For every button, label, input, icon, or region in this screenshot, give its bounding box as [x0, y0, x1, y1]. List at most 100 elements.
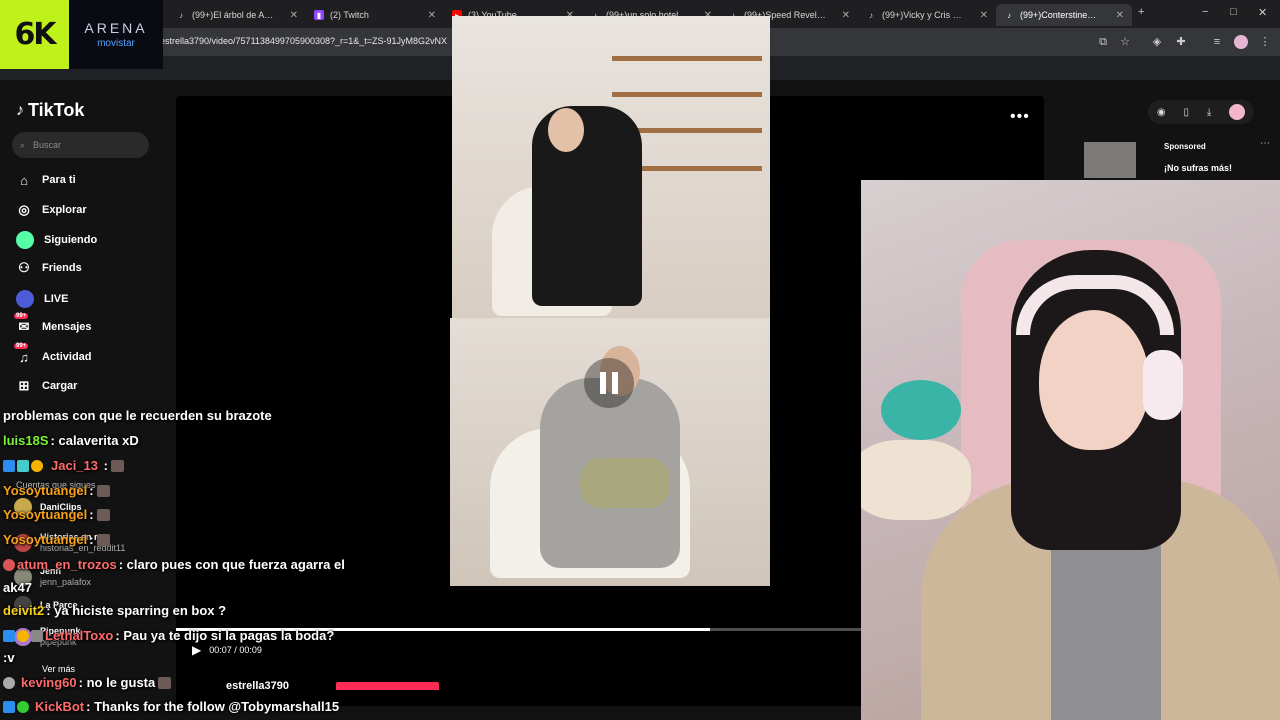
- person-face: [548, 108, 584, 152]
- badge-icon: [31, 630, 43, 642]
- upload-icon: ⊞: [18, 378, 30, 393]
- tiktok-logo[interactable]: ♪ TikTok: [16, 100, 84, 121]
- nav-live[interactable]: LIVE: [16, 290, 68, 308]
- sub-badge-icon: [17, 630, 29, 642]
- chat-message: Jaci_13 :: [3, 458, 124, 473]
- address-bar[interactable]: estrella3790/video/7571138499705900308?_…: [160, 36, 447, 46]
- emote-icon: [110, 460, 124, 472]
- coins-icon[interactable]: ◉: [1157, 107, 1166, 118]
- profile-avatar[interactable]: [1234, 35, 1248, 49]
- new-tab-button[interactable]: +: [1138, 6, 1144, 18]
- tab-title: (2) Twitch: [330, 10, 369, 20]
- chat-text: calaverita xD: [58, 433, 139, 448]
- bow-decoration: [861, 440, 971, 520]
- sub-badge-icon: [31, 460, 43, 472]
- 6k-logo: 6K: [0, 0, 69, 69]
- close-window-button[interactable]: ✕: [1258, 6, 1267, 19]
- emote-icon: [158, 677, 172, 689]
- chat-message: ak47: [3, 580, 32, 595]
- profile-icon[interactable]: [1229, 104, 1246, 120]
- emote-icon: [96, 485, 110, 497]
- shelf: [612, 56, 762, 61]
- search-input[interactable]: ⌕ Buscar: [12, 132, 149, 158]
- chat-username: Yosoytuangel: [3, 507, 88, 522]
- nav-label: Siguiendo: [44, 234, 98, 246]
- ad-text[interactable]: ¡No sufras más! AnandaPro te ayuda...: [1164, 162, 1274, 176]
- chat-text: claro pues con que fuerza agarra el: [126, 557, 345, 572]
- browser-tab-active[interactable]: ♪ (99+)Conterstine y V... ✕: [996, 4, 1132, 26]
- microphone-plush: [881, 380, 961, 440]
- chat-text: Thanks for the follow @Tobymarshall15: [94, 699, 340, 714]
- chat-message: Yosoytuangel:: [3, 507, 110, 522]
- nav-following[interactable]: Siguiendo: [16, 231, 97, 249]
- emote-icon: [96, 509, 110, 521]
- close-tab-icon[interactable]: ✕: [842, 10, 850, 21]
- more-options-icon[interactable]: •••: [1010, 108, 1030, 126]
- sponsored-label: Sponsored: [1164, 142, 1206, 151]
- chat-text: ya hiciste sparring en box ?: [54, 603, 227, 618]
- chat-text: Pau ya te dijo si la pagas la boda?: [123, 628, 335, 643]
- chat-text: :v: [3, 650, 15, 665]
- tab-title: (99+)El árbol de Auron y...: [192, 10, 276, 20]
- brand-name: TikTok: [28, 100, 85, 120]
- nav-label: Para ti: [42, 174, 76, 186]
- chat-message: LethalToxo: Pau ya te dijo si la pagas l…: [3, 628, 334, 643]
- nav-friends[interactable]: ⚇ Friends: [16, 260, 82, 276]
- pause-button[interactable]: [584, 358, 634, 408]
- tiktok-icon: ♪: [179, 10, 183, 20]
- tiktok-note-icon: ♪: [16, 101, 24, 119]
- emote-icon: [96, 534, 110, 546]
- chat-message: Yosoytuangel:: [3, 532, 110, 547]
- install-app-icon[interactable]: ⧉: [1096, 35, 1110, 49]
- twitch-icon: ▮: [314, 10, 324, 20]
- badge-icon: [3, 630, 15, 642]
- ad-thumbnail[interactable]: [1084, 142, 1136, 178]
- tab-title: (99+)Conterstine y V...: [1020, 10, 1098, 20]
- minimize-button[interactable]: −: [1202, 6, 1208, 18]
- nav-for-you[interactable]: ⌂ Para ti: [16, 172, 76, 188]
- puzzle-icon[interactable]: ✚: [1174, 35, 1188, 49]
- browser-menu-icon[interactable]: ⋮: [1258, 35, 1272, 49]
- chat-message: deivit2: ya hiciste sparring en box ?: [3, 603, 227, 618]
- chat-message: keving60: no le gusta: [3, 675, 172, 690]
- nav-messages[interactable]: ✉ 99+ Mensajes: [14, 313, 92, 335]
- friends-icon: ⚇: [18, 260, 30, 275]
- stream-chat-overlay: problemas con que le recuerden su brazot…: [0, 404, 380, 720]
- chat-message: KickBot: Thanks for the follow @Tobymars…: [3, 699, 339, 714]
- download-icon[interactable]: ⤓: [1207, 107, 1211, 118]
- close-tab-icon[interactable]: ✕: [980, 10, 988, 21]
- close-tab-icon[interactable]: ✕: [428, 10, 436, 21]
- media-control-icon[interactable]: ≡: [1210, 35, 1224, 49]
- nav-upload[interactable]: ⊞ Cargar: [16, 378, 78, 394]
- bookmark-star-icon[interactable]: ☆: [1118, 35, 1132, 49]
- chat-username: Yosoytuangel: [3, 532, 88, 547]
- chat-message: problemas con que le recuerden su brazot…: [3, 408, 272, 423]
- extension-icon[interactable]: ◈: [1150, 35, 1164, 49]
- browser-tab[interactable]: ♪ (99+)El árbol de Auron y... ✕: [168, 4, 306, 26]
- maximize-button[interactable]: □: [1230, 6, 1237, 18]
- chat-username: luis18S: [3, 433, 49, 448]
- nav-label: Cargar: [42, 380, 78, 392]
- close-tab-icon[interactable]: ✕: [290, 10, 298, 21]
- nav-explore[interactable]: ◎ Explorar: [16, 202, 86, 218]
- nav-label: Actividad: [42, 351, 92, 363]
- browser-tab[interactable]: ▮ (2) Twitch ✕: [306, 4, 444, 26]
- pause-bar: [600, 372, 606, 394]
- notification-badge: 99+: [14, 313, 29, 319]
- badge-icon: [3, 559, 15, 571]
- nav-activity[interactable]: ♫ 99+ Actividad: [14, 343, 92, 365]
- chat-message: atum_en_trozos: claro pues con que fuerz…: [3, 557, 345, 572]
- device-icon[interactable]: ▯: [1183, 107, 1189, 118]
- nav-label: Mensajes: [42, 321, 92, 333]
- chat-username: Yosoytuangel: [3, 483, 88, 498]
- search-icon: ⌕: [20, 139, 26, 150]
- chat-username: keving60: [21, 675, 77, 690]
- pillow: [580, 458, 670, 508]
- browser-tab[interactable]: ♪ (99+)Vicky y Cris 💕 #vic... ✕: [858, 4, 996, 26]
- ad-more-icon[interactable]: ⋯: [1260, 138, 1270, 149]
- close-tab-icon[interactable]: ✕: [1116, 10, 1124, 21]
- chat-message: Yosoytuangel:: [3, 483, 110, 498]
- movistar-text: movistar: [97, 38, 135, 49]
- chat-message: luis18S: calaverita xD: [3, 433, 139, 448]
- webcam-feed: [861, 180, 1280, 720]
